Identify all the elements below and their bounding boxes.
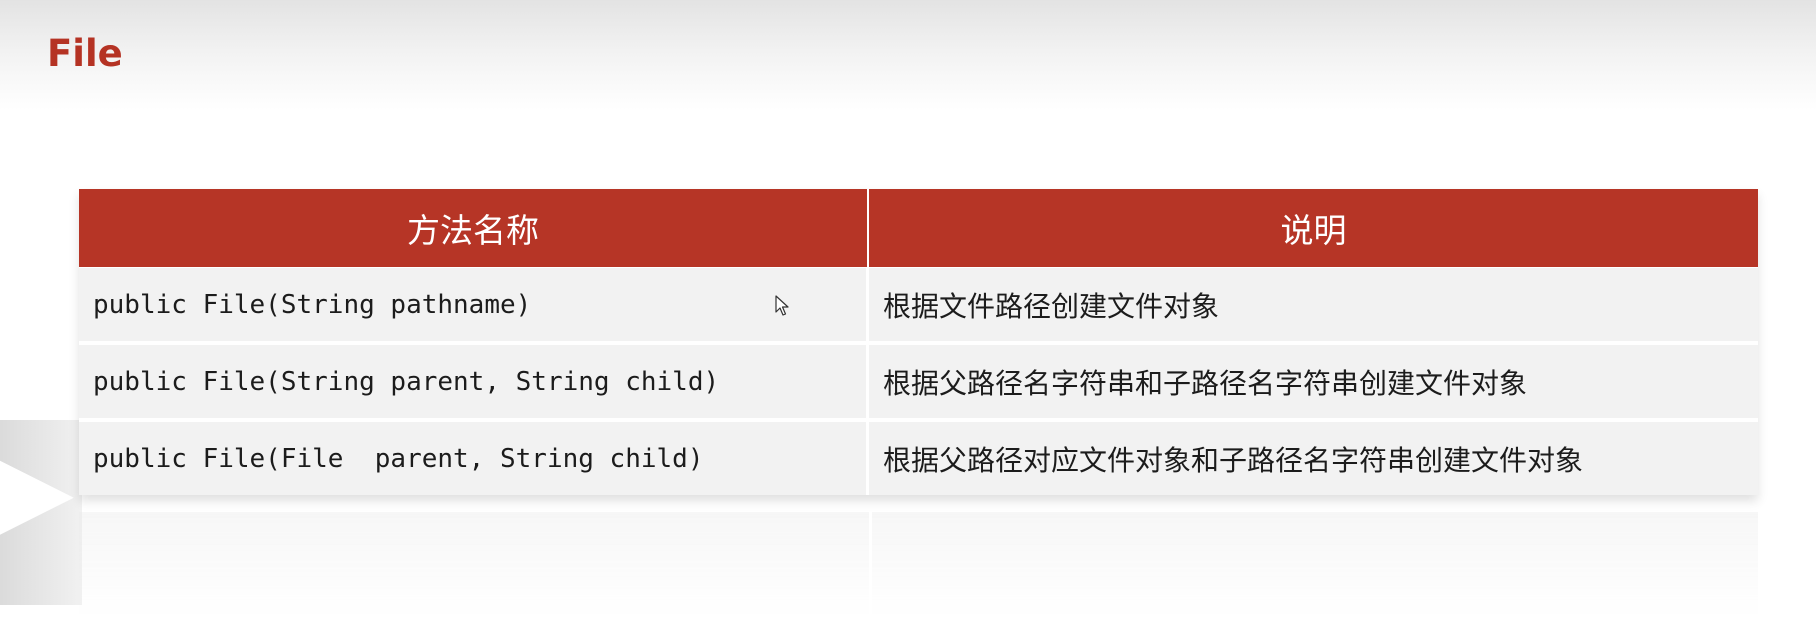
methods-table: 方法名称 说明 public File(String pathname) 根据文… — [79, 189, 1758, 495]
method-description: 根据父路径名字符串和子路径名字符串创建文件对象 — [869, 345, 1758, 422]
method-description: 根据文件路径创建文件对象 — [869, 268, 1758, 345]
decorative-shape — [0, 420, 82, 605]
mouse-pointer-icon — [775, 295, 789, 316]
header-method-name: 方法名称 — [79, 189, 869, 268]
table-row: public File(String pathname) 根据文件路径创建文件对… — [79, 268, 1758, 345]
table-header-row: 方法名称 说明 — [79, 189, 1758, 268]
reflection-column-right — [872, 512, 1758, 617]
table-row: public File(File parent, String child) 根… — [79, 422, 1758, 495]
method-signature: public File(File parent, String child) — [79, 422, 869, 495]
methods-table-container: 方法名称 说明 public File(String pathname) 根据文… — [79, 189, 1758, 495]
table-reflection — [79, 512, 1758, 617]
slide-title: File — [47, 32, 123, 75]
table-row: public File(String parent, String child)… — [79, 345, 1758, 422]
method-signature: public File(String pathname) — [79, 268, 869, 345]
method-signature: public File(String parent, String child) — [79, 345, 869, 422]
reflection-column-left — [79, 512, 869, 617]
method-description: 根据父路径对应文件对象和子路径名字符串创建文件对象 — [869, 422, 1758, 495]
header-description: 说明 — [869, 189, 1758, 268]
